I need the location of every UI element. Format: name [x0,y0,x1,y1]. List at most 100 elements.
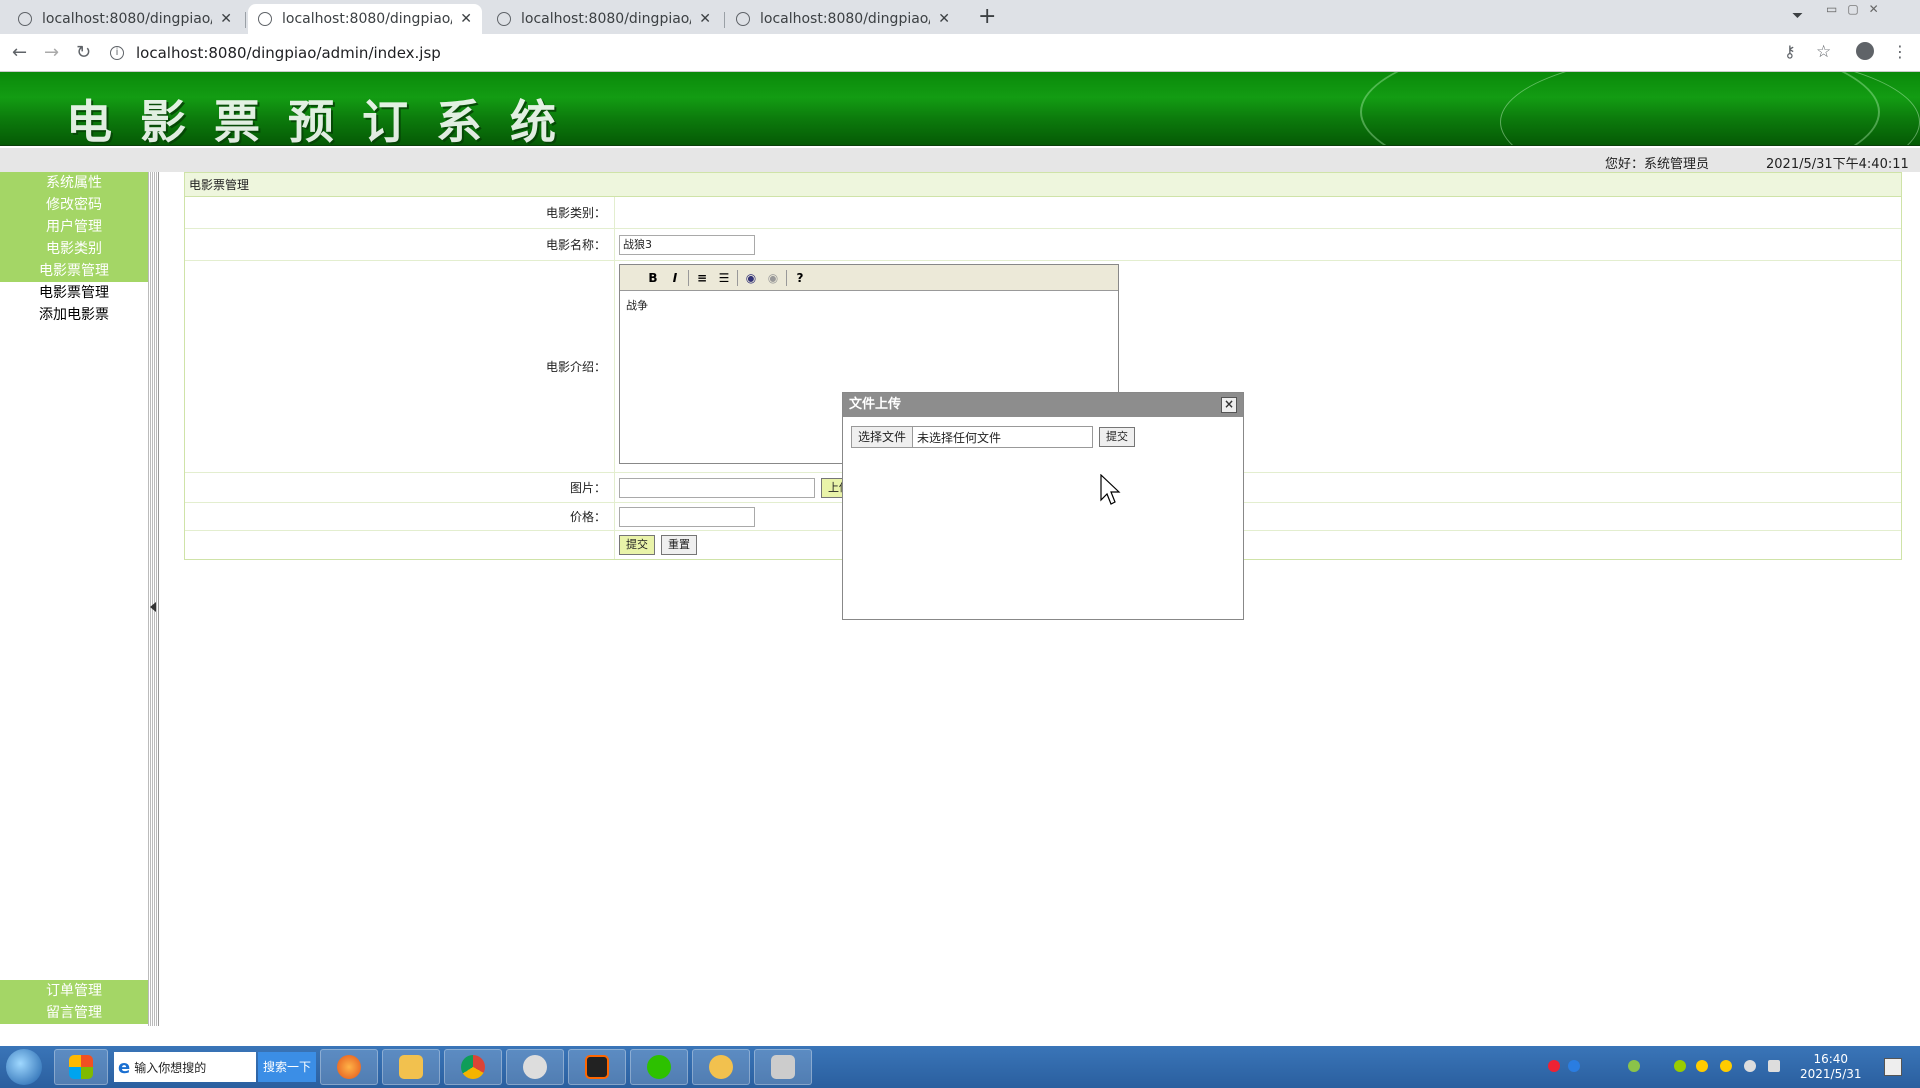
sidebar-item-messages[interactable]: 留言管理 [0,1002,148,1024]
back-icon[interactable]: ← [12,42,27,63]
browser-tab[interactable]: localhost:8080/dingpiao/index.jsp ✕ [8,4,242,34]
tab-search-icon[interactable]: ⏷ [1792,8,1803,24]
price-input[interactable] [619,506,755,527]
tray-icon[interactable] [1696,1060,1708,1072]
sidebar-item-tickets[interactable]: 电影票管理 [0,260,148,282]
chrome-icon [461,1055,485,1079]
sidebar-item-category[interactable]: 电影类别 [0,238,148,260]
name-input[interactable]: 战狼3 [619,234,755,255]
taskbar-app[interactable] [630,1049,688,1085]
image-label: 图片： [185,473,615,502]
star-icon[interactable]: ☆ [1816,42,1831,62]
sidebar-bottom: 订单管理 留言管理 [0,980,148,1024]
url-text: localhost:8080/dingpiao/admin/index.jsp [136,44,441,62]
sidebar-item-users[interactable]: 用户管理 [0,216,148,238]
sidebar-item-system[interactable]: 系统属性 [0,172,148,194]
image-input[interactable] [619,477,815,498]
app-icon [771,1055,795,1079]
unordered-list-icon[interactable]: ☰ [713,268,735,288]
tray-icon[interactable] [1548,1060,1560,1072]
taskbar-search-input[interactable]: e 输入你想搜的 [114,1052,256,1082]
browser-tab[interactable]: localhost:8080/dingpiao/liuyan ✕ [726,4,960,34]
tab-close-icon[interactable]: ✕ [938,11,950,27]
taskbar-clock[interactable]: 16:40 2021/5/31 [1800,1052,1862,1082]
firefox-icon [337,1055,361,1079]
dialog-titlebar[interactable]: 文件上传 × [843,393,1243,417]
reset-button[interactable]: 重置 [661,535,697,555]
tab-close-icon[interactable]: ✕ [220,11,232,27]
network-icon[interactable] [1768,1060,1780,1072]
category-label: 电影类别： [185,197,615,228]
tab-bar: localhost:8080/dingpiao/index.jsp ✕ loca… [0,0,1920,34]
reload-icon[interactable]: ↻ [76,42,91,63]
globe-icon [736,12,750,26]
info-icon[interactable]: i [110,46,124,60]
banner-decoration [1500,72,1920,145]
choose-file-button[interactable]: 选择文件 [852,427,914,447]
close-icon[interactable]: × [1221,397,1237,413]
toolbar-separator [737,269,738,286]
dialog-title: 文件上传 [849,397,902,412]
forward-icon[interactable]: → [44,42,59,63]
tray-icon[interactable] [1720,1060,1732,1072]
actions-label [185,531,615,559]
taskbar-app[interactable] [320,1049,378,1085]
menu-icon[interactable]: ⋮ [1892,42,1908,61]
globe-icon [258,12,272,26]
tab-close-icon[interactable]: ✕ [699,11,711,27]
tray-icon[interactable] [1674,1060,1686,1072]
file-input[interactable]: 选择文件 未选择任何文件 [851,426,1093,448]
window-controls[interactable]: ▭▢✕ [1826,2,1889,16]
volume-icon[interactable] [1744,1060,1756,1072]
profile-icon[interactable] [1856,42,1874,60]
link-icon[interactable]: ◉ [740,268,762,288]
clock-time: 16:40 [1813,1052,1849,1066]
taskbar-app[interactable] [444,1049,502,1085]
sidebar-item-password[interactable]: 修改密码 [0,194,148,216]
tray-icon[interactable] [1568,1060,1580,1072]
taskbar-search-button[interactable]: 搜索一下 [258,1052,316,1082]
sidebar-divider[interactable] [148,172,159,1026]
notification-icon[interactable] [1884,1058,1902,1076]
tab-close-icon[interactable]: ✕ [460,11,472,27]
new-tab-button[interactable]: + [978,4,996,29]
bold-icon[interactable]: B [642,268,664,288]
category-value[interactable] [615,197,1901,228]
user-icon [523,1055,547,1079]
taskbar-app[interactable] [754,1049,812,1085]
welcome-text: 您好：系统管理员 [1605,157,1710,172]
editor-content[interactable]: 战争 [620,291,1118,319]
app-icon [69,1055,93,1079]
taskbar-app[interactable] [568,1049,626,1085]
help-icon[interactable]: ? [789,268,811,288]
intellij-icon [585,1055,609,1079]
taskbar-app[interactable] [382,1049,440,1085]
browser-tab[interactable]: localhost:8080/dingpiao/index.jsp ✕ [487,4,721,34]
submit-button[interactable]: 提交 [619,535,655,555]
sidebar-subitem-manage[interactable]: 电影票管理 [0,282,148,304]
unlink-icon[interactable]: ◉ [762,268,784,288]
url-field[interactable]: i localhost:8080/dingpiao/admin/index.js… [110,38,1760,68]
globe-icon [18,12,32,26]
category-row: 电影类别： [185,197,1901,229]
datetime-text: 2021/5/31下午4:40:11 [1766,157,1909,172]
sidebar-subitem-add[interactable]: 添加电影票 [0,304,148,326]
taskbar-app[interactable] [54,1049,108,1085]
taskbar-app[interactable] [506,1049,564,1085]
clock-date: 2021/5/31 [1800,1067,1862,1081]
tray-icon[interactable] [1628,1060,1640,1072]
taskbar-app[interactable] [692,1049,750,1085]
start-button[interactable] [6,1049,42,1085]
ordered-list-icon[interactable]: ≡ [691,268,713,288]
name-label: 电影名称： [185,229,615,260]
editor-toolbar: B I ≡ ☰ ◉ ◉ ? [620,265,1118,291]
toolbar-separator [786,269,787,286]
italic-icon[interactable]: I [664,268,686,288]
key-icon[interactable]: ⚷ [1784,42,1796,61]
browser-tab-active[interactable]: localhost:8080/dingpiao/admin/index.jsp … [248,4,482,34]
sidebar-item-orders[interactable]: 订单管理 [0,980,148,1002]
file-status: 未选择任何文件 [917,430,1002,445]
tab-separator [724,12,725,28]
dialog-submit-button[interactable]: 提交 [1099,427,1135,447]
collapse-arrow-icon[interactable] [150,602,156,612]
